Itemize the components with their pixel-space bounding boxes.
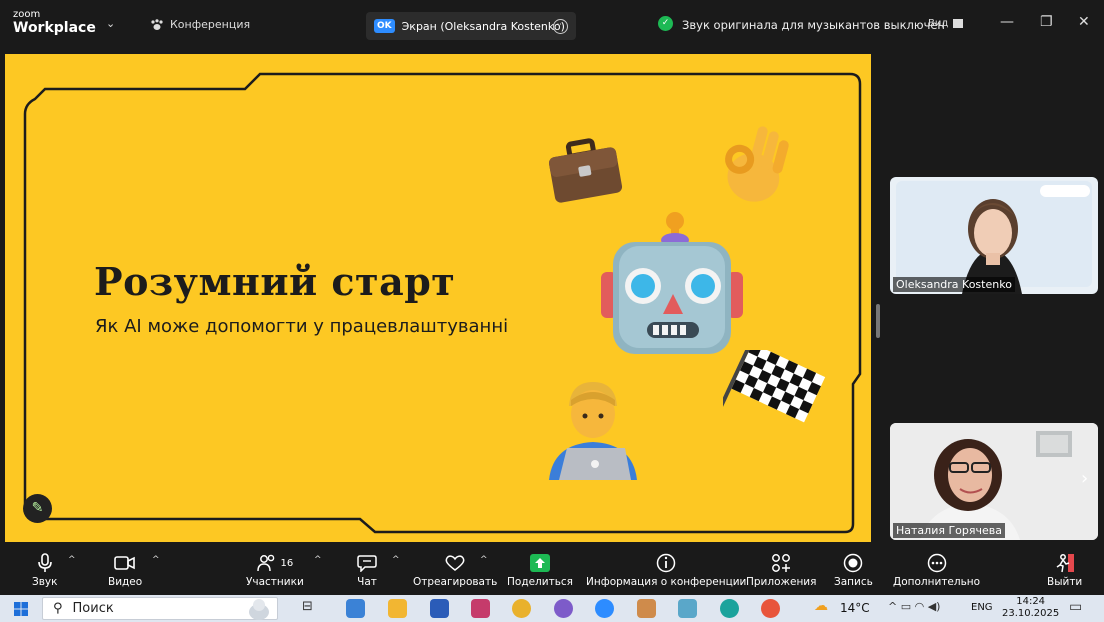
record-button[interactable]: Запись <box>834 550 873 588</box>
taskbar-search[interactable]: ⚲ Поиск <box>42 597 278 620</box>
share-arrow-icon <box>529 550 550 576</box>
video-button[interactable]: Видео <box>108 550 142 588</box>
presenter-avatar: OK <box>374 19 395 33</box>
apps-icon <box>771 550 791 576</box>
participant-name: Наталия Горячева <box>893 523 1005 538</box>
participants-button[interactable]: 16 Участники <box>246 550 304 588</box>
participant-video-tile[interactable]: Oleksandra Kostenko <box>890 177 1098 294</box>
view-button[interactable]: Вид <box>928 18 964 29</box>
tray-icons[interactable]: ^ ▭ ◠ ◀) <box>888 600 940 613</box>
zoom-logo: zoom Workplace <box>13 9 96 36</box>
check-shield-icon: ✓ <box>658 16 673 31</box>
search-icon: ⚲ <box>53 601 63 616</box>
panel-resize-handle[interactable] <box>876 304 880 338</box>
participant-video-tile[interactable]: Наталия Горячева <box>890 423 1098 540</box>
leave-button[interactable]: Выйти <box>1047 550 1082 588</box>
ok-hand-icon <box>725 126 789 202</box>
paint-app-icon[interactable] <box>637 599 656 618</box>
store-app-icon[interactable] <box>471 599 490 618</box>
slide-subtitle: Як AI може допомогти у працевлаштуванні <box>95 316 509 337</box>
windows-taskbar: ⚲ Поиск ⊟ ☁ 14°C ^ ▭ ◠ ◀) ENG 14:24 23.1… <box>0 595 1104 622</box>
minimize-icon[interactable]: — <box>1000 14 1014 30</box>
title-bar: zoom Workplace ⌄ Конференция OK Экран (O… <box>0 0 1104 50</box>
participants-options-caret-icon[interactable]: ^ <box>314 555 322 565</box>
annotate-pencil-icon[interactable]: ✎ <box>23 494 52 523</box>
more-dots-icon <box>927 550 947 576</box>
meeting-toolbar: Звук ^ Видео ^ 16 Участники ^ Чат ^ Отре… <box>0 543 1104 595</box>
notes-app-icon[interactable] <box>678 599 697 618</box>
restore-icon[interactable]: ❐ <box>1040 14 1053 30</box>
chrome-profile-app-icon[interactable] <box>761 599 780 618</box>
shared-slide: Розумний старт Як AI може допомогти у пр… <box>5 54 871 542</box>
edge-app-icon[interactable] <box>720 599 739 618</box>
participants-icon: 16 <box>256 550 294 576</box>
heart-icon <box>444 550 466 576</box>
chat-options-caret-icon[interactable]: ^ <box>392 555 400 565</box>
screen-share-tab[interactable]: OK Экран (Oleksandra Kostenko) ··· <box>366 12 576 40</box>
robot-icon <box>601 212 743 354</box>
search-highlight-cat-icon <box>249 599 269 620</box>
microphone-icon <box>37 550 53 576</box>
grid-view-icon <box>953 19 964 28</box>
file-explorer-icon[interactable] <box>388 599 407 618</box>
info-icon <box>656 550 676 576</box>
more-button[interactable]: Дополнительно <box>893 550 980 588</box>
close-icon[interactable]: ✕ <box>1078 14 1090 30</box>
conference-menu[interactable]: Конференция <box>150 18 250 31</box>
task-view-icon[interactable]: ⊟ <box>302 599 313 614</box>
slide-title: Розумний старт <box>94 259 456 304</box>
react-options-caret-icon[interactable]: ^ <box>480 555 488 565</box>
weather-icon: ☁ <box>814 598 828 614</box>
windows-start-icon[interactable] <box>14 602 28 616</box>
clock[interactable]: 14:24 23.10.2025 <box>1002 596 1059 620</box>
meeting-area: Розумний старт Як AI може допомогти у пр… <box>0 50 1104 543</box>
record-icon <box>843 550 863 576</box>
chat-button[interactable]: Чат <box>357 550 377 588</box>
word-app-icon[interactable] <box>430 599 449 618</box>
more-options-icon[interactable]: ··· <box>553 18 568 34</box>
briefcase-icon <box>548 138 623 203</box>
weather-temperature[interactable]: 14°C <box>840 601 870 615</box>
apps-button[interactable]: Приложения <box>746 550 816 588</box>
checkered-flag-icon <box>723 350 826 423</box>
chrome-app-icon[interactable] <box>512 599 531 618</box>
video-options-caret-icon[interactable]: ^ <box>152 555 160 565</box>
share-screen-button[interactable]: Поделиться <box>507 550 573 588</box>
outlook-app-icon[interactable] <box>346 599 365 618</box>
technologist-icon <box>549 382 637 480</box>
chevron-down-icon[interactable]: ⌄ <box>106 17 115 30</box>
zoom-app-icon[interactable] <box>595 599 614 618</box>
original-sound-status[interactable]: Звук оригинала для музыкантов выключен <box>682 18 945 32</box>
participants-count: 16 <box>280 557 294 569</box>
viber-app-icon[interactable] <box>554 599 573 618</box>
input-language[interactable]: ENG <box>971 602 993 613</box>
audio-options-caret-icon[interactable]: ^ <box>68 555 76 565</box>
notifications-icon[interactable]: ▭ <box>1069 599 1082 615</box>
audio-button[interactable]: Звук <box>32 550 57 588</box>
participant-name: Oleksandra Kostenko <box>893 277 1015 292</box>
meeting-info-button[interactable]: Информация о конференции <box>586 550 746 588</box>
paw-icon <box>151 18 163 30</box>
video-camera-icon <box>114 550 136 576</box>
chat-bubble-icon <box>357 550 377 576</box>
leave-icon <box>1054 550 1076 576</box>
chevron-right-icon[interactable]: › <box>1081 468 1088 489</box>
